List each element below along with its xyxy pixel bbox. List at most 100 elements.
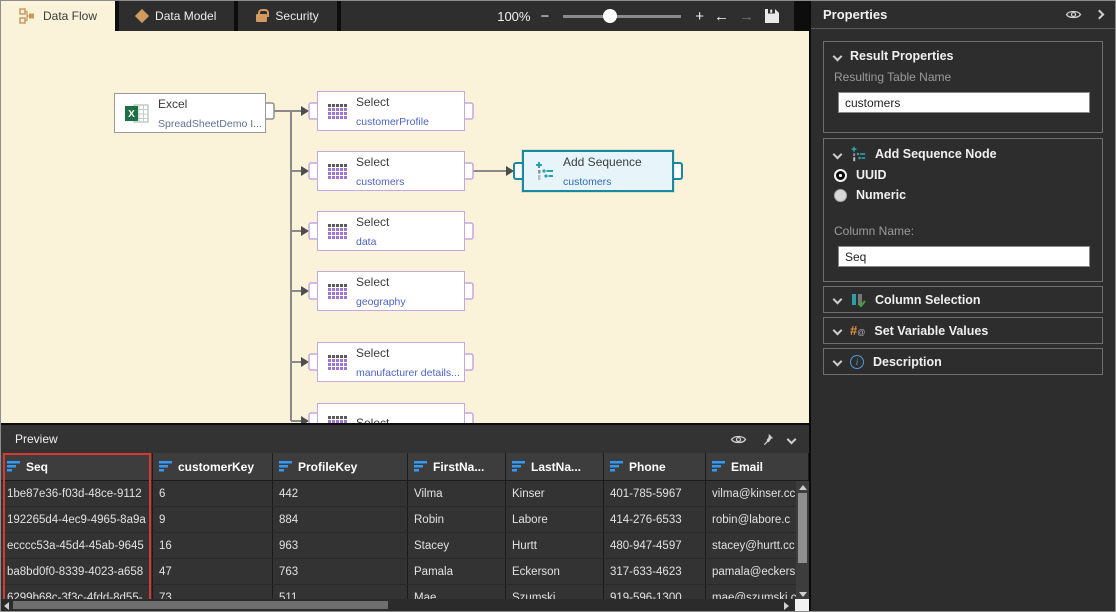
scroll-up-arrow[interactable]	[799, 485, 807, 490]
node-excel-source[interactable]: X Excel SpreadSheetDemo I...	[114, 93, 266, 133]
info-icon: i	[850, 355, 864, 369]
table-row[interactable]: ba8bd0f0-8339-4023-a65847763PamalaEckers…	[1, 559, 809, 585]
column-header-customerkey[interactable]: customerKey	[153, 453, 273, 480]
undo-button[interactable]: ←	[714, 9, 729, 24]
table-row[interactable]: 192265d4-4ec9-4965-8a9a9884RobinLabore41…	[1, 507, 809, 533]
collapse-preview-icon[interactable]	[787, 434, 797, 444]
sequence-list-icon	[850, 146, 866, 162]
eye-icon[interactable]	[1065, 9, 1082, 20]
zoom-slider-thumb[interactable]	[603, 9, 617, 23]
sort-bars-icon	[279, 461, 292, 472]
collapse-panel-icon[interactable]	[1095, 10, 1105, 20]
canvas-toolbar: 100% − + ← →	[341, 1, 794, 31]
column-selection-section[interactable]: Column Selection	[823, 286, 1103, 313]
numeric-option[interactable]: Numeric	[834, 188, 1092, 202]
node-select-customers[interactable]: Select customers	[317, 151, 465, 191]
table-grid-icon	[328, 224, 347, 239]
sort-bars-icon	[712, 461, 725, 472]
chevron-down-icon	[833, 51, 843, 61]
column-header-profilekey[interactable]: ProfileKey	[273, 453, 408, 480]
result-properties-header[interactable]: Result Properties	[834, 49, 1092, 63]
column-header-seq[interactable]: Seq	[1, 453, 153, 480]
add-sequence-node-header[interactable]: Add Sequence Node	[834, 146, 1092, 162]
table-grid-icon	[328, 355, 347, 370]
preview-column-headers: Seq customerKey ProfileKey FirstNa... La…	[1, 453, 809, 481]
column-header-phone[interactable]: Phone	[604, 453, 706, 480]
workspace: Data Flow Data Model Security 100% − + ←…	[1, 1, 809, 611]
node-title: Select	[356, 416, 389, 423]
column-header-firstname[interactable]: FirstNa...	[408, 453, 506, 480]
table-grid-icon	[328, 284, 347, 299]
resulting-table-name-input[interactable]	[838, 92, 1090, 113]
eye-icon[interactable]	[730, 434, 747, 445]
node-subtitle: customers	[563, 176, 611, 188]
column-header-lastname[interactable]: LastNa...	[506, 453, 604, 480]
scroll-down-arrow[interactable]	[799, 592, 807, 597]
description-section[interactable]: i Description	[823, 348, 1103, 375]
tab-data-flow[interactable]: Data Flow	[1, 1, 115, 31]
save-icon[interactable]	[764, 8, 780, 24]
radio-unselected-icon[interactable]	[834, 189, 847, 202]
table-row[interactable]: ecccc53a-45d4-45ab-964516963StaceyHurtt4…	[1, 533, 809, 559]
set-variable-values-section[interactable]: #@ Set Variable Values	[823, 317, 1103, 344]
radio-selected-icon[interactable]	[834, 169, 847, 182]
uuid-option[interactable]: UUID	[834, 168, 1092, 182]
node-subtitle: customerProfile	[356, 116, 429, 128]
table-row[interactable]: 1be87e36-f03d-48ce-91126442VilmaKinser40…	[1, 481, 809, 507]
app-window: Data Flow Data Model Security 100% − + ←…	[0, 0, 1116, 612]
add-sequence-icon	[534, 161, 554, 181]
column-name-input[interactable]	[838, 246, 1090, 267]
zoom-level: 100%	[497, 9, 530, 24]
data-flow-canvas[interactable]: X Excel SpreadSheetDemo I... Select cust…	[1, 31, 809, 423]
zoom-in-button[interactable]: +	[695, 9, 704, 24]
tab-security[interactable]: Security	[238, 1, 336, 31]
zoom-slider[interactable]	[563, 15, 681, 18]
sort-bars-icon	[159, 461, 172, 472]
node-subtitle: SpreadSheetDemo I...	[158, 118, 262, 130]
resulting-table-name-label: Resulting Table Name	[834, 70, 1092, 84]
node-select-partial[interactable]: Select	[317, 403, 465, 423]
chevron-down-icon	[833, 295, 843, 305]
node-add-sequence-selected[interactable]: Add Sequence customers	[522, 150, 674, 192]
excel-icon: X	[125, 104, 149, 123]
sort-bars-icon	[512, 461, 525, 472]
node-title: Excel	[158, 97, 187, 111]
redo-button[interactable]: →	[739, 9, 754, 24]
node-title: Select	[356, 275, 389, 289]
tab-label: Data Model	[155, 9, 216, 23]
zoom-out-button[interactable]: −	[540, 9, 549, 24]
node-select-geography[interactable]: Select geography	[317, 271, 465, 311]
node-select-customerprofile[interactable]: Select customerProfile	[317, 91, 465, 131]
horizontal-scrollbar[interactable]	[1, 599, 809, 611]
node-select-data[interactable]: Select data	[317, 211, 465, 251]
tab-data-model[interactable]: Data Model	[119, 1, 234, 31]
horizontal-scroll-thumb[interactable]	[13, 601, 388, 609]
properties-title: Properties	[823, 7, 1051, 22]
pin-icon[interactable]	[761, 433, 774, 446]
scrollbar-corner	[795, 599, 809, 611]
node-title: Select	[356, 155, 389, 169]
vertical-scrollbar[interactable]	[796, 481, 809, 601]
tab-label: Security	[275, 9, 318, 23]
variables-icon: #@	[850, 324, 865, 337]
vertical-scroll-thumb[interactable]	[798, 493, 807, 563]
properties-header: Properties	[811, 1, 1115, 29]
scroll-right-arrow[interactable]	[784, 602, 789, 610]
preview-panel: Preview Seq customerKey ProfileKey First…	[1, 423, 809, 611]
table-grid-icon	[328, 164, 347, 179]
table-grid-icon	[328, 104, 347, 119]
node-subtitle: manufacturer details...	[356, 367, 460, 379]
table-grid-icon	[328, 416, 347, 424]
chevron-down-icon	[833, 149, 843, 159]
scroll-left-arrow[interactable]	[4, 602, 9, 610]
column-header-email[interactable]: Email	[706, 453, 809, 480]
properties-panel: Properties Result Properties Resulting T…	[809, 1, 1115, 611]
node-select-manufacturer-details[interactable]: Select manufacturer details...	[317, 342, 465, 382]
column-selection-icon	[850, 292, 866, 308]
sort-bars-icon	[610, 461, 623, 472]
top-tab-bar: Data Flow Data Model Security 100% − + ←…	[1, 1, 809, 31]
node-title: Select	[356, 346, 389, 360]
node-title: Select	[356, 95, 389, 109]
data-flow-icon	[19, 8, 35, 24]
node-title: Add Sequence	[563, 155, 642, 169]
